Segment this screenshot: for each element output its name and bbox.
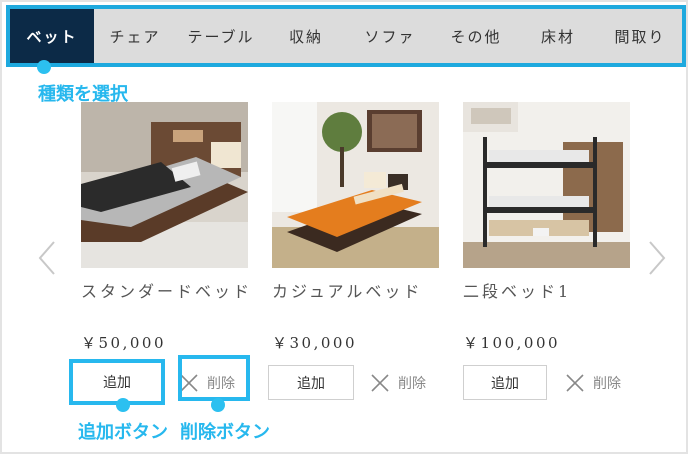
- add-button[interactable]: 追加: [268, 365, 354, 400]
- product-name: カジュアルベッド: [272, 282, 423, 301]
- delete-button-highlight: [178, 355, 250, 401]
- tab-storage[interactable]: 収納: [266, 9, 346, 63]
- add-button[interactable]: 追加: [463, 365, 547, 400]
- product-card: スタンダードベッド ￥50,000 追加 削除: [69, 102, 249, 405]
- app-frame: ベット チェア テーブル 収納 ソファ その他 床材 間取り 種類を選択 スタン…: [0, 0, 688, 454]
- add-button-callout: 追加ボタン: [78, 422, 168, 443]
- add-button-label: 追加: [491, 375, 519, 392]
- product-card: 二段ベッド1 ￥100,000 追加 削除: [463, 102, 630, 400]
- delete-button[interactable]: 削除: [565, 365, 639, 400]
- add-button-label: 追加: [297, 375, 325, 392]
- tab-table[interactable]: テーブル: [176, 9, 266, 63]
- product-price: ￥100,000: [463, 334, 561, 352]
- delete-button-callout: 削除ボタン: [180, 422, 270, 443]
- tab-bed[interactable]: ベット: [10, 9, 94, 63]
- product-photo[interactable]: [463, 102, 630, 268]
- tab-sofa[interactable]: ソファ: [346, 9, 434, 63]
- add-button-label: 追加: [103, 375, 131, 391]
- delete-button-label: 削除: [398, 375, 426, 392]
- product-price: ￥30,000: [272, 334, 357, 352]
- delete-button-label: 削除: [593, 375, 621, 392]
- chevron-right-icon: [649, 241, 666, 275]
- carousel-prev-button[interactable]: [36, 238, 58, 278]
- tab-flooring[interactable]: 床材: [518, 9, 598, 63]
- product-price: ￥50,000: [81, 334, 166, 352]
- product-photo[interactable]: [81, 102, 248, 268]
- product-name: スタンダードベッド: [81, 282, 253, 301]
- category-tab-bar: ベット チェア テーブル 収納 ソファ その他 床材 間取り: [6, 5, 686, 67]
- tab-callout-dot: [37, 60, 51, 74]
- close-x-icon: [566, 373, 584, 392]
- tab-other[interactable]: その他: [434, 9, 518, 63]
- product-name: 二段ベッド1: [463, 282, 572, 301]
- product-photo[interactable]: [272, 102, 439, 268]
- add-callout-dot: [116, 398, 130, 412]
- delete-callout-dot: [211, 398, 225, 412]
- chevron-left-icon: [38, 241, 55, 275]
- close-x-icon: [371, 373, 389, 392]
- delete-button[interactable]: 削除: [370, 365, 444, 400]
- product-card: カジュアルベッド ￥30,000 追加 削除: [268, 102, 439, 400]
- tab-chair[interactable]: チェア: [94, 9, 176, 63]
- add-button[interactable]: 追加: [69, 359, 165, 405]
- tab-floorplan[interactable]: 間取り: [598, 9, 682, 63]
- carousel-next-button[interactable]: [646, 238, 668, 278]
